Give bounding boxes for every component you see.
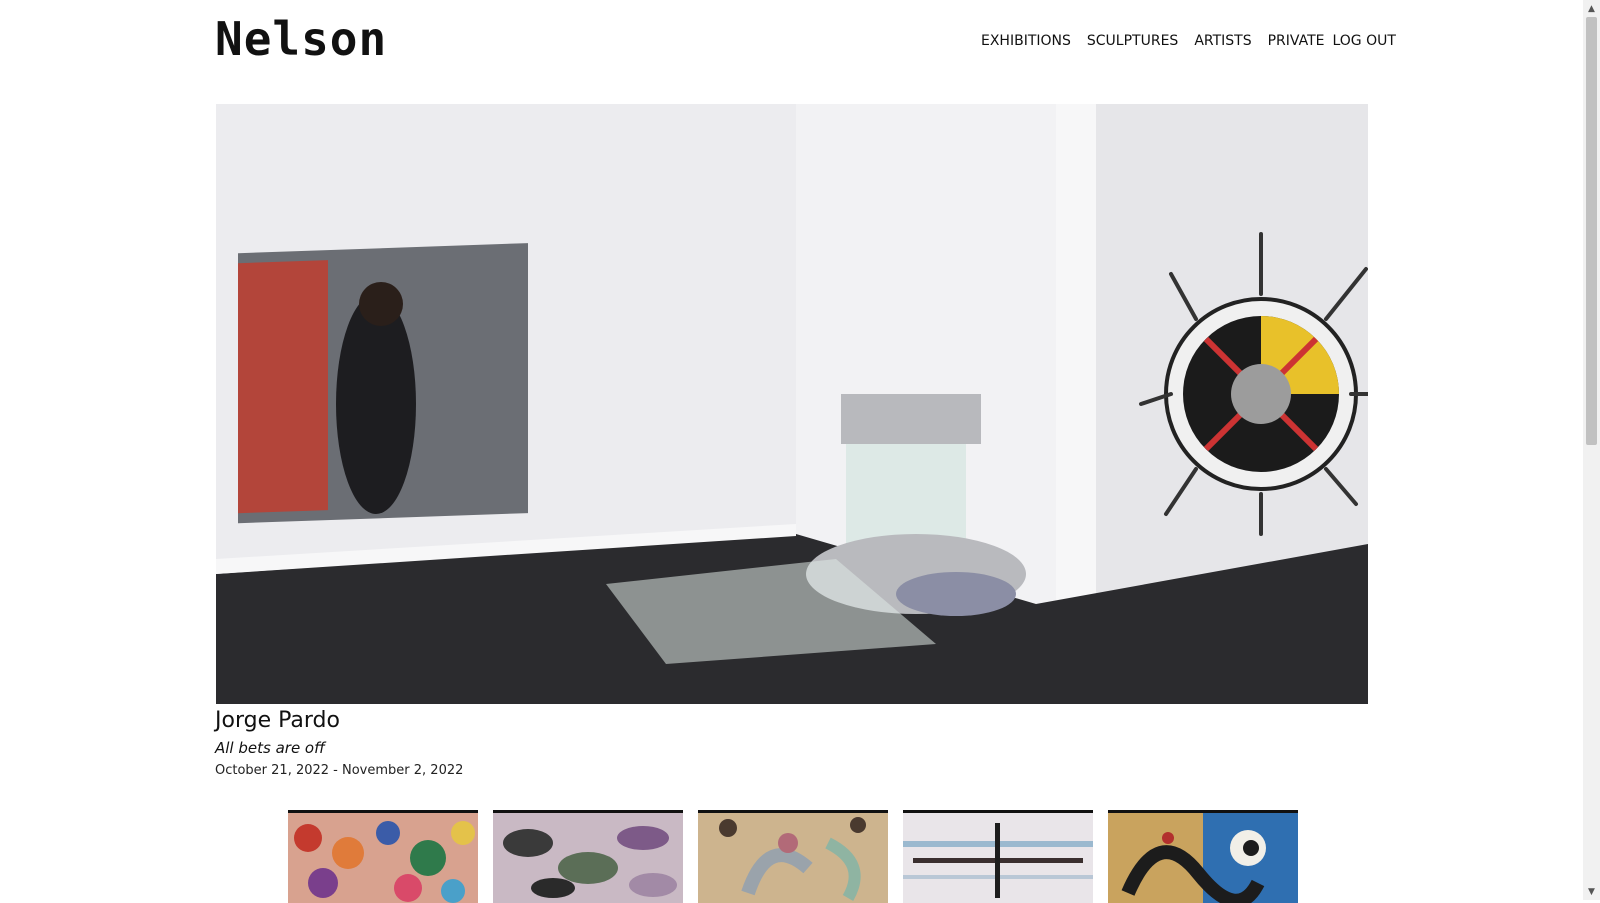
- paisley-painting-icon: [493, 813, 683, 903]
- nav-artists[interactable]: ARTISTS: [1194, 33, 1251, 49]
- exhibition-thumbnails: [288, 810, 1298, 903]
- scroll-up-arrow-icon[interactable]: ▲: [1583, 0, 1600, 17]
- nav-logout[interactable]: LOG OUT: [1332, 33, 1395, 49]
- scrollbar-thumb[interactable]: [1586, 17, 1597, 445]
- hero-exhibition-image[interactable]: [216, 104, 1368, 704]
- gallery-install-view: [216, 104, 1368, 704]
- exhibition-dates: October 21, 2022 - November 2, 2022: [215, 763, 464, 778]
- abstract-shapes-icon: [698, 813, 888, 903]
- page-scrollbar[interactable]: ▲ ▼: [1583, 0, 1600, 900]
- exhibition-caption: Jorge Pardo All bets are off October 21,…: [215, 708, 463, 778]
- thumbnail-3[interactable]: [698, 810, 888, 903]
- horizontal-lines-icon: [903, 813, 1093, 903]
- floral-painting-icon: [288, 813, 478, 903]
- main-nav: EXHIBITIONS SCULPTURES ARTISTS PRIVATE L…: [981, 33, 1396, 49]
- artist-name[interactable]: Jorge Pardo: [215, 708, 463, 733]
- nav-exhibitions[interactable]: EXHIBITIONS: [981, 33, 1071, 49]
- nav-private[interactable]: PRIVATE: [1268, 33, 1325, 49]
- thumbnail-1[interactable]: [288, 810, 478, 903]
- site-logo[interactable]: Nelson: [215, 12, 387, 66]
- thumbnail-5[interactable]: [1108, 810, 1298, 903]
- thumbnail-4[interactable]: [903, 810, 1093, 903]
- exhibition-title: All bets are off: [215, 739, 325, 757]
- scroll-down-arrow-icon[interactable]: ▼: [1583, 883, 1600, 900]
- thumbnail-2[interactable]: [493, 810, 683, 903]
- nav-sculptures[interactable]: SCULPTURES: [1087, 33, 1178, 49]
- expressive-figure-icon: [1108, 813, 1298, 903]
